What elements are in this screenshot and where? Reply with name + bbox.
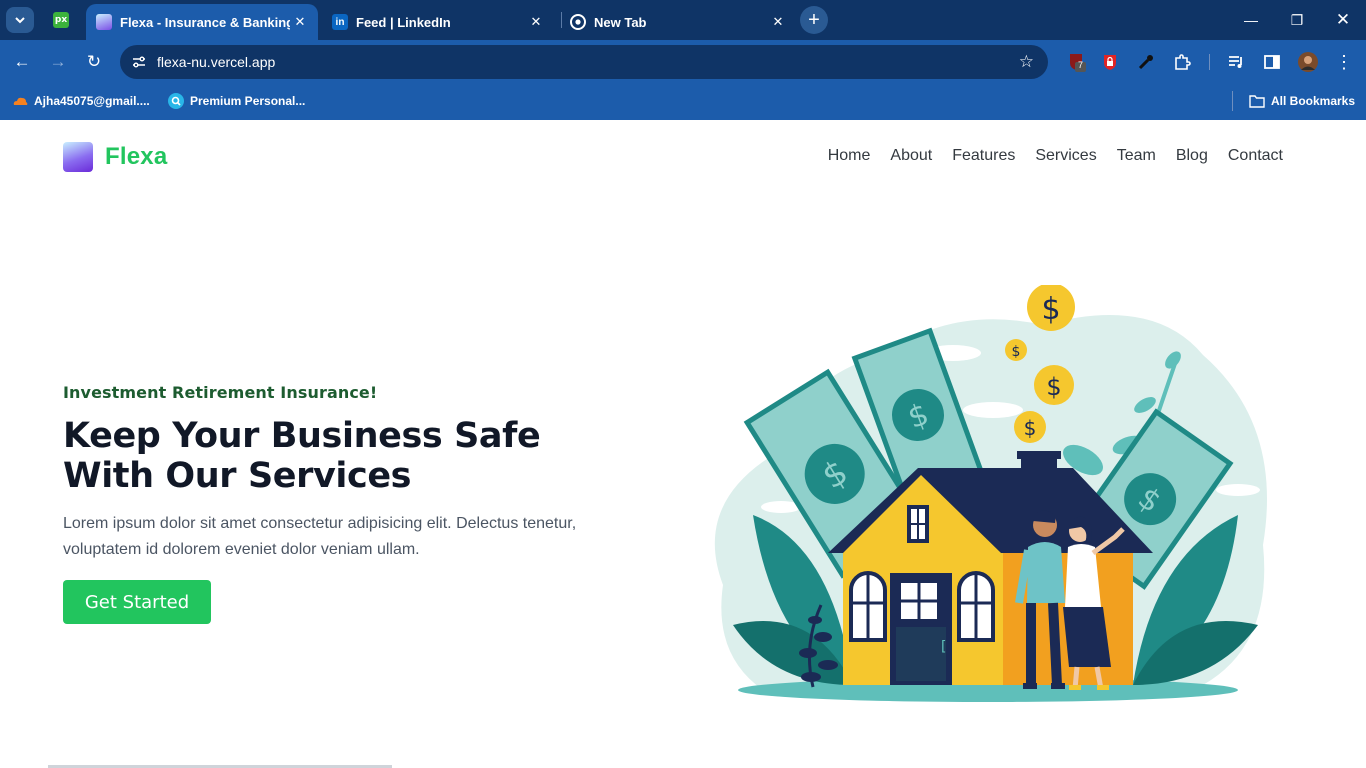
nav-team[interactable]: Team [1117,147,1156,165]
hero-title: Keep Your Business Safe With Our Service… [63,416,623,496]
close-icon: ✕ [1335,10,1351,29]
url-text[interactable]: flexa-nu.vercel.app [157,54,275,70]
close-window-button[interactable]: ✕ [1320,0,1366,40]
tab-strip: px Flexa - Insurance & Banking Fir ✕ in … [0,0,1366,40]
ublock-extension-icon[interactable]: 7 [1066,52,1086,72]
profile-avatar[interactable] [1298,52,1318,72]
pinned-tab[interactable]: px [46,8,76,32]
toolbar-separator [1209,54,1210,70]
brand-name: Flexa [105,143,168,170]
all-bookmarks-button[interactable]: All Bookmarks [1249,93,1355,109]
bookmark-item[interactable]: Premium Personal... [168,93,305,109]
close-tab-icon[interactable]: ✕ [768,12,788,32]
web-page: Flexa Home About Features Services Team … [0,120,1366,768]
tab-new-tab[interactable]: New Tab ✕ [560,4,796,40]
nav-about[interactable]: About [890,147,932,165]
all-bookmarks-label: All Bookmarks [1271,94,1356,108]
hero-title-line-2: With Our Services [63,456,412,496]
flexa-favicon-icon [96,14,112,30]
nav-features[interactable]: Features [952,147,1015,165]
tab-linkedin[interactable]: in Feed | LinkedIn ✕ [322,4,554,40]
bookmarks-bar: Ajha45075@gmail.... Premium Personal... … [0,84,1366,120]
restore-button[interactable]: ❐ [1274,0,1320,40]
more-menu-icon[interactable]: ⋮ [1334,52,1354,72]
cloud-bookmark-icon [12,93,28,109]
tab-flexa[interactable]: Flexa - Insurance & Banking Fir ✕ [86,4,318,40]
bookmarks-separator [1232,91,1233,111]
brand-logo-link[interactable]: Flexa [63,142,167,172]
search-bookmark-icon [168,93,184,109]
flexa-logo-icon [63,142,93,172]
nav-services[interactable]: Services [1035,147,1096,165]
arrow-left-icon: ← [13,52,31,71]
get-started-button[interactable]: Get Started [63,580,211,624]
close-tab-icon[interactable]: ✕ [526,12,546,32]
pinned-tab-label: px [54,15,68,25]
px-favicon-icon: px [53,12,69,28]
media-control-icon[interactable] [1226,52,1246,72]
bookmark-label: Ajha45075@gmail.... [34,94,150,108]
nav-contact[interactable]: Contact [1228,147,1283,165]
forward-button[interactable]: → [44,48,72,76]
extensions-puzzle-icon[interactable] [1172,52,1192,72]
bookmark-item[interactable]: Ajha45075@gmail.... [12,93,150,109]
svg-text:$: $ [1024,416,1037,440]
chrome-favicon-icon [570,14,586,30]
reload-icon: ↻ [86,52,102,71]
minimize-icon: — [1244,12,1258,28]
hero-title-line-1: Keep Your Business Safe [63,416,541,456]
bookmark-star-icon[interactable]: ☆ [1019,52,1034,72]
hero-tagline: Investment Retirement Insurance! [63,383,378,402]
restore-icon: ❐ [1290,11,1304,28]
svg-text:$: $ [1012,344,1021,360]
site-info-icon[interactable] [126,49,152,75]
arrow-right-icon: → [49,52,67,71]
svg-text:[: [ [941,639,946,655]
back-button[interactable]: ← [8,48,36,76]
nav-home[interactable]: Home [828,147,871,165]
minimize-button[interactable]: — [1228,0,1274,40]
tab-title: Feed | LinkedIn [356,14,451,30]
chevron-down-icon [15,17,25,24]
hero-description: Lorem ipsum dolor sit amet consectetur a… [63,515,577,558]
browser-toolbar: ← → ↻ flexa-nu.vercel.app ☆ 7 ⋮ [0,40,1366,84]
folder-icon [1249,93,1265,109]
svg-text:$: $ [1046,373,1061,401]
lock-extension-icon[interactable] [1100,52,1120,72]
eyedropper-extension-icon[interactable] [1136,52,1156,72]
address-bar[interactable]: flexa-nu.vercel.app ☆ [120,45,1048,79]
tab-title: Flexa - Insurance & Banking Fir [120,14,290,30]
side-panel-icon[interactable] [1262,52,1282,72]
tab-search-button[interactable] [6,7,34,33]
plus-icon: + [808,8,820,31]
close-tab-icon[interactable]: ✕ [290,12,310,32]
main-nav: Home About Features Services Team Blog C… [808,147,1283,165]
extension-badge: 7 [1078,60,1084,70]
new-tab-button[interactable]: + [800,6,828,34]
linkedin-favicon-icon: in [332,14,348,30]
nav-blog[interactable]: Blog [1176,147,1208,165]
house-money-illustration: $ $ $ $ $ $ $ [ [714,285,1267,702]
svg-text:$: $ [1041,292,1060,327]
reload-button[interactable]: ↻ [80,48,108,76]
bookmark-label: Premium Personal... [190,94,306,108]
tab-title: New Tab [594,14,647,30]
